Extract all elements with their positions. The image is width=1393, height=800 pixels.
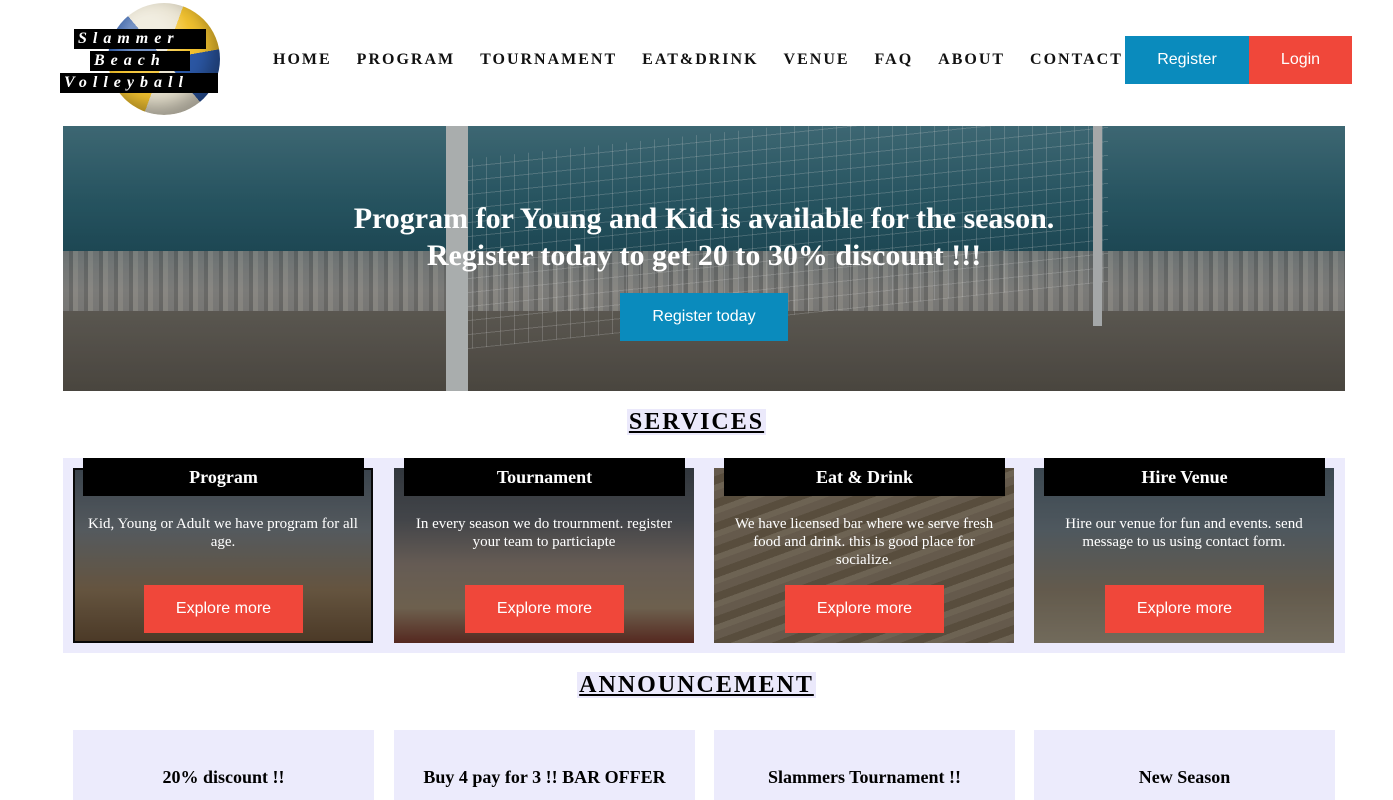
explore-more-button[interactable]: Explore more <box>144 585 303 633</box>
service-card-text: Kid, Young or Adult we have program for … <box>88 516 358 550</box>
nav-tournament[interactable]: TOURNAMENT <box>480 50 617 70</box>
nav-contact[interactable]: CONTACT <box>1030 50 1123 70</box>
service-card-title: Tournament <box>404 458 685 496</box>
hero-headline-line-1: Program for Young and Kid is available f… <box>353 202 1055 235</box>
main-nav: HOME PROGRAM TOURNAMENT EAT&DRINK VENUE … <box>273 50 1148 70</box>
site-logo[interactable]: Slammer Beach Volleyball <box>60 3 220 115</box>
services-heading-text: SERVICES <box>626 409 767 435</box>
announcement-heading: ANNOUNCEMENT <box>0 672 1393 699</box>
announcement-title: 20% discount !! <box>162 767 285 787</box>
hero-headline-line-2: Register today to get 20 to 30% discount… <box>426 239 982 272</box>
nav-home[interactable]: HOME <box>273 50 332 70</box>
announcement-card[interactable]: 20% discount !! <box>73 730 374 800</box>
logo-text-line-1: Slammer <box>74 29 206 49</box>
nav-faq[interactable]: FAQ <box>875 50 914 70</box>
announcement-card[interactable]: Slammers Tournament !! <box>714 730 1015 800</box>
service-card-title: Hire Venue <box>1044 458 1325 496</box>
services-heading: SERVICES <box>0 409 1393 436</box>
service-card-title: Program <box>83 458 364 496</box>
service-card-text: We have licensed bar where we serve fres… <box>734 516 994 568</box>
nav-eat-drink[interactable]: EAT&DRINK <box>642 50 758 70</box>
announcement-title: Buy 4 pay for 3 !! BAR OFFER <box>423 767 666 787</box>
service-card-title: Eat & Drink <box>724 458 1005 496</box>
announcement-heading-text: ANNOUNCEMENT <box>577 672 816 698</box>
announcement-card[interactable]: New Season <box>1034 730 1335 800</box>
explore-more-button[interactable]: Explore more <box>1105 585 1264 633</box>
register-today-button[interactable]: Register today <box>620 293 788 341</box>
logo-text-line-2: Beach <box>90 51 190 71</box>
service-card-text: In every season we do trournment. regist… <box>415 516 673 550</box>
nav-about[interactable]: ABOUT <box>938 50 1005 70</box>
announcement-title: Slammers Tournament !! <box>768 767 961 787</box>
service-card-text: Hire our venue for fun and events. send … <box>1065 516 1303 550</box>
nav-program[interactable]: PROGRAM <box>357 50 455 70</box>
login-button[interactable]: Login <box>1249 36 1352 84</box>
nav-venue[interactable]: VENUE <box>784 50 850 70</box>
explore-more-button[interactable]: Explore more <box>785 585 944 633</box>
hero-banner: Program for Young and Kid is available f… <box>63 126 1345 391</box>
hero-headline: Program for Young and Kid is available f… <box>63 200 1345 274</box>
register-button[interactable]: Register <box>1125 36 1249 84</box>
logo-text-line-3: Volleyball <box>60 73 218 93</box>
explore-more-button[interactable]: Explore more <box>465 585 624 633</box>
announcement-title: New Season <box>1138 767 1231 787</box>
announcement-card[interactable]: Buy 4 pay for 3 !! BAR OFFER <box>394 730 695 800</box>
